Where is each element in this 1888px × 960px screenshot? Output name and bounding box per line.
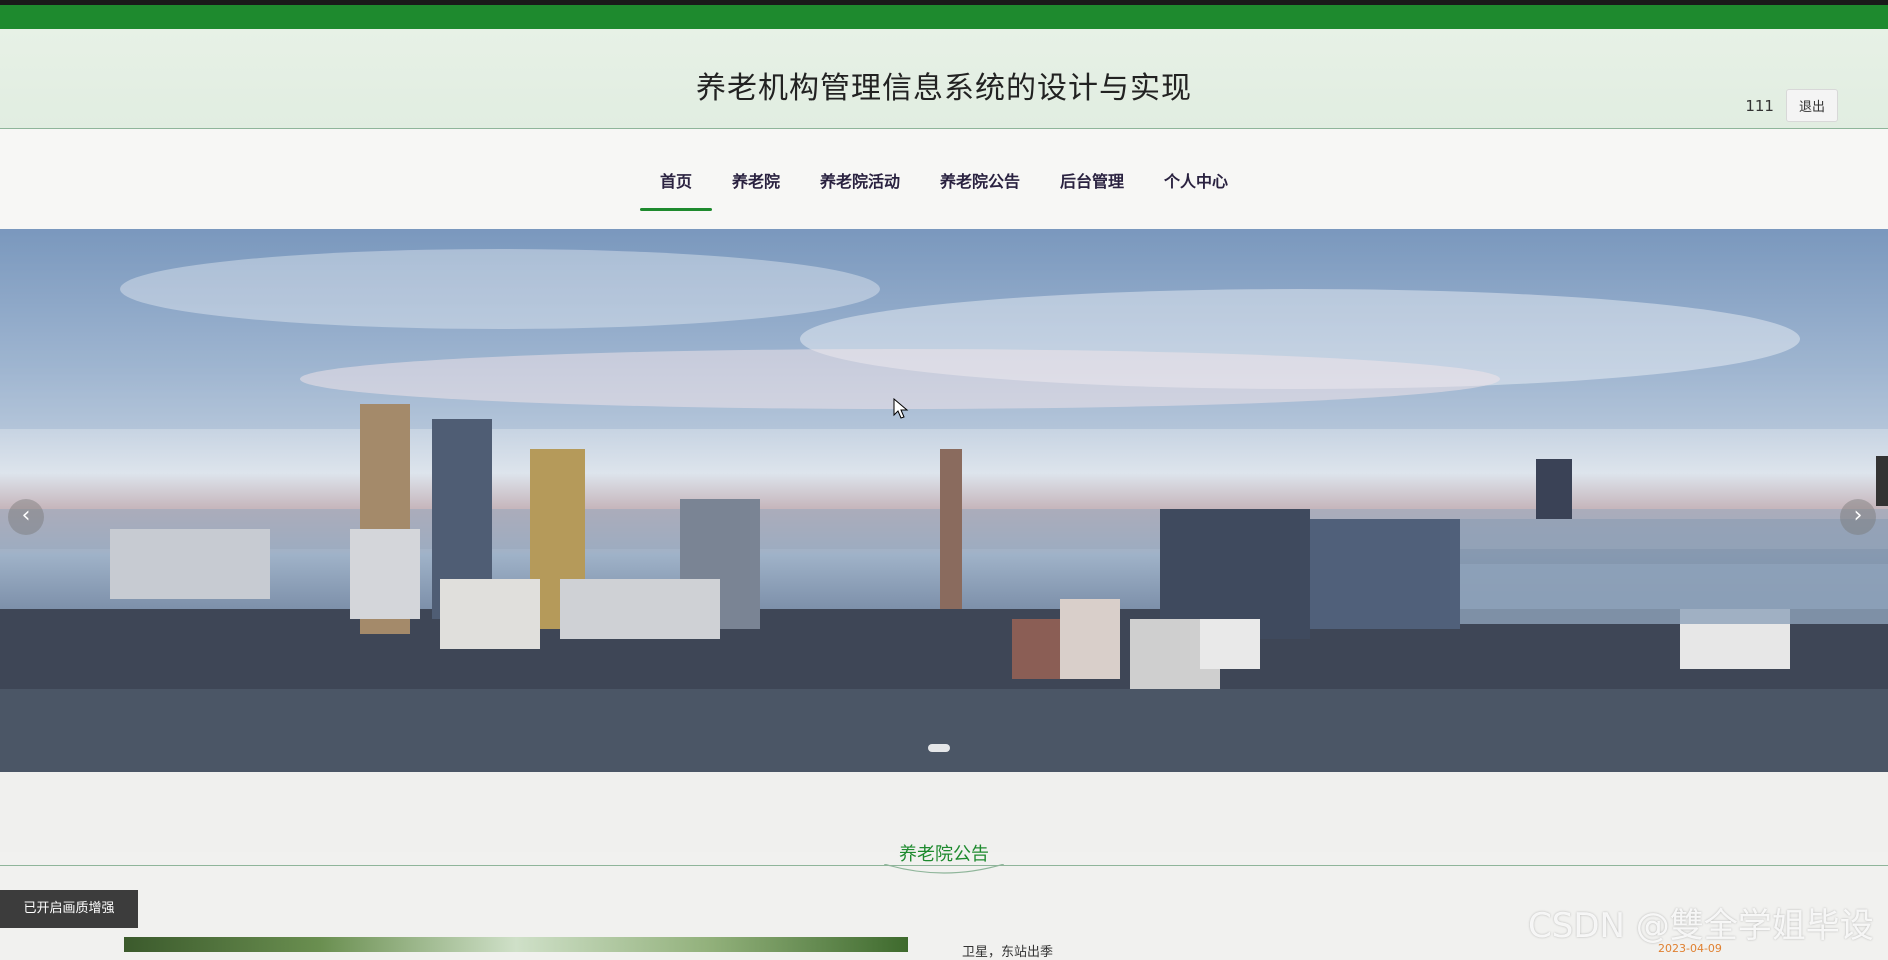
nav-item-activities[interactable]: 养老院活动: [800, 171, 920, 207]
csdn-watermark: CSDN @雙全学姐毕设: [1528, 906, 1874, 946]
logout-button[interactable]: 退出: [1785, 89, 1838, 122]
announcement-title[interactable]: 卫星，东站出季: [962, 941, 1053, 960]
nav-item-nursing-home[interactable]: 养老院: [712, 171, 800, 207]
carousel-dot-1[interactable]: [928, 744, 950, 752]
user-area: 111 退出: [1745, 89, 1838, 122]
announcements-section-header: 养老院公告: [0, 772, 1888, 874]
announcement-image[interactable]: [124, 937, 908, 952]
main-nav: 首页 养老院 养老院活动 养老院公告 后台管理 个人中心: [0, 129, 1888, 229]
hero-carousel: ‹ ›: [0, 229, 1888, 772]
mouse-pointer-icon: [893, 398, 909, 419]
nav-item-admin[interactable]: 后台管理: [1040, 171, 1144, 207]
site-header: 养老机构管理信息系统的设计与实现 111 退出: [0, 29, 1888, 154]
city-skyline-image: [0, 229, 1888, 772]
brand-bar: [0, 5, 1888, 29]
carousel-next-button[interactable]: ›: [1840, 499, 1876, 535]
nav-item-announcements[interactable]: 养老院公告: [920, 171, 1040, 207]
side-drawer-tab[interactable]: [1876, 456, 1888, 506]
nav-list: 首页 养老院 养老院活动 养老院公告 后台管理 个人中心: [639, 171, 1248, 229]
username: 111: [1745, 96, 1774, 115]
carousel-indicators: [928, 744, 950, 752]
nav-item-profile[interactable]: 个人中心: [1144, 171, 1248, 207]
carousel-prev-button[interactable]: ‹: [8, 499, 44, 535]
nav-item-home[interactable]: 首页: [639, 171, 712, 211]
site-title: 养老机构管理信息系统的设计与实现: [696, 71, 1192, 106]
section-title: 养老院公告: [899, 844, 989, 865]
section-arc-decoration: [884, 864, 1004, 874]
quality-enhance-toast[interactable]: 已开启画质增强: [0, 890, 138, 928]
